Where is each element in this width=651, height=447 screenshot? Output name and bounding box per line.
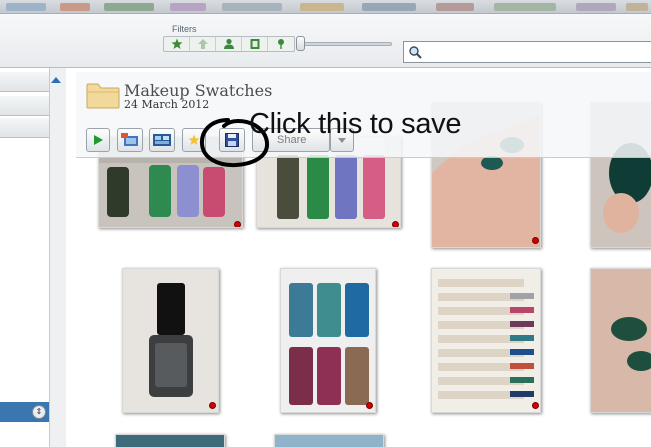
geotag-pin-icon <box>392 221 399 227</box>
arrow-up-icon <box>197 39 208 49</box>
search-input[interactable] <box>403 41 651 63</box>
photo-thumbnail[interactable] <box>280 268 376 413</box>
play-icon <box>94 135 103 145</box>
film-icon <box>250 39 259 49</box>
filter-slider-track[interactable] <box>296 42 392 46</box>
upload-button[interactable] <box>117 128 143 152</box>
photo-image <box>275 435 383 447</box>
photo-thumbnail[interactable] <box>122 268 219 413</box>
sidebar-item[interactable] <box>0 72 49 92</box>
collage-icon <box>153 134 171 146</box>
nail-polish-bottle-image <box>123 269 218 412</box>
geotag-pin-icon <box>532 237 539 244</box>
map-pin-icon <box>278 39 284 49</box>
painted-nails-image <box>591 269 651 412</box>
geotag-pin-icon <box>234 221 241 227</box>
play-slideshow-button[interactable] <box>86 128 110 152</box>
geotag-pin-icon <box>366 402 373 409</box>
annotation-text: Click this to save <box>249 108 462 140</box>
photo-thumbnail[interactable] <box>274 434 384 447</box>
photo-thumbnail[interactable] <box>590 268 651 413</box>
swatch-sticks-image <box>432 269 540 412</box>
person-icon <box>223 38 234 49</box>
photo-image <box>116 435 224 447</box>
filter-uploaded-button[interactable] <box>190 37 216 51</box>
upload-photos-icon <box>121 133 138 146</box>
sidebar-item[interactable] <box>0 96 49 116</box>
star-icon <box>171 38 182 49</box>
photo-thumbnail[interactable] <box>115 434 225 447</box>
geotag-pin-icon <box>532 402 539 409</box>
scroll-up-icon[interactable] <box>51 77 61 83</box>
filter-faces-button[interactable] <box>216 37 242 51</box>
filter-slider-handle[interactable] <box>296 36 305 51</box>
album-date: 24 March 2012 <box>124 98 210 111</box>
sidebar-item[interactable] <box>0 118 49 138</box>
search-icon <box>409 46 422 59</box>
geotag-pin-icon <box>209 402 216 409</box>
filter-geotagged-button[interactable] <box>268 37 294 51</box>
picasa-window: Filters ⇕ Makeup Swatches 24 March 2012 … <box>0 0 651 447</box>
photo-thumbnail[interactable] <box>431 268 541 413</box>
library-sidebar: ⇕ <box>0 68 66 447</box>
sidebar-scrollbar[interactable] <box>49 68 66 447</box>
nail-polish-bottles-image <box>281 269 375 412</box>
sidebar-updown-icon[interactable]: ⇕ <box>32 405 46 419</box>
collage-button[interactable] <box>149 128 175 152</box>
filters-label: Filters <box>172 24 197 34</box>
folder-icon <box>86 83 120 109</box>
top-strip <box>0 0 651 14</box>
filter-movies-button[interactable] <box>242 37 268 51</box>
filter-buttons <box>163 36 295 52</box>
filter-starred-button[interactable] <box>164 37 190 51</box>
